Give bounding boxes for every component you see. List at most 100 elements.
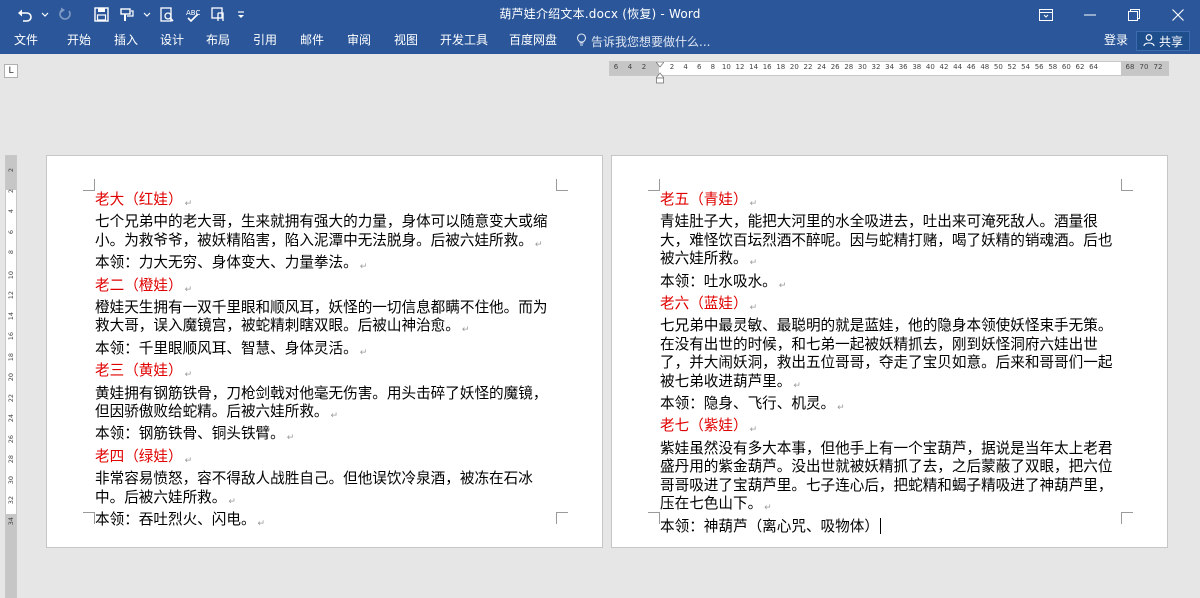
vruler-tick-label: 4 [7, 209, 15, 214]
tell-me-search[interactable]: 告诉我您想要做什么... [576, 29, 710, 54]
paragraph-heading[interactable]: 老四（绿娃） ↵ [95, 448, 559, 470]
vruler-tick-label: 2 [7, 188, 15, 193]
ribbon-display-options-icon[interactable] [1024, 0, 1068, 29]
paragraph-mark-icon: ↵ [749, 258, 758, 269]
ruler-tick-label: 4 [627, 63, 633, 71]
ruler-tick-label: 8 [710, 63, 716, 71]
paragraph-mark-icon: ↵ [793, 380, 801, 391]
paragraph[interactable]: 七个兄弟中的老大哥，生来就拥有强大的力量，身体可以随意变大或缩小。为救爷爷，被妖… [95, 213, 559, 254]
paragraph[interactable]: 本领：钢筋铁骨、铜头铁臂。 ↵ [95, 425, 559, 447]
tab-layout[interactable]: 布局 [206, 29, 230, 54]
paragraph[interactable]: 本领：神葫芦（离心咒、吸物体） [660, 517, 1124, 536]
vruler-tick-label: 32 [7, 496, 15, 505]
crop-mark [648, 179, 660, 191]
paragraph-text: 非常容易愤怒，容不得敌人战胜自己。但他误饮冷泉酒，被冻在石冰中。后被六娃所救。 [95, 470, 533, 506]
paragraph[interactable]: 紫娃虽然没有多大本事，但他手上有一个宝葫芦，据说是当年太上老君盛丹用的紫金葫芦。… [660, 440, 1124, 518]
paragraph-mark-icon: ↵ [837, 403, 845, 414]
paragraph-text: 七兄弟中最灵敏、最聪明的就是蓝娃，他的隐身本领使妖怪束手无策。在没有出世的时候，… [660, 317, 1113, 390]
minimize-icon[interactable] [1068, 0, 1112, 29]
paragraph[interactable]: 本领：隐身、飞行、机灵。 ↵ [660, 395, 1124, 417]
paragraph-mark-icon: ↵ [286, 433, 295, 444]
ruler-tick-label: 62 [1075, 63, 1085, 71]
ruler-tick-label: 30 [857, 63, 867, 71]
tab-design[interactable]: 设计 [160, 29, 184, 54]
paragraph-heading[interactable]: 老二（橙娃） ↵ [95, 277, 559, 299]
paragraph-mark-icon: ↵ [764, 503, 772, 514]
paragraph[interactable]: 七兄弟中最灵敏、最聪明的就是蓝娃，他的隐身本领使妖怪束手无策。在没有出世的时候，… [660, 317, 1124, 395]
vruler-tick-label: 16 [7, 332, 15, 341]
paragraph-text: 本领：吞吐烈火、闪电。 [95, 511, 256, 529]
paragraph[interactable]: 本领：吞吐烈火、闪电。 ↵ [95, 511, 559, 533]
ruler-tick-label: 18 [776, 63, 786, 71]
paragraph[interactable]: 非常容易愤怒，容不得敌人战胜自己。但他误饮冷泉酒，被冻在石冰中。后被六娃所救。 ↵ [95, 470, 559, 511]
paragraph[interactable]: 本领：吐水吸水。 ↵ [660, 273, 1124, 295]
tab-mailings[interactable]: 邮件 [300, 29, 324, 54]
paragraph-mark-icon: ↵ [184, 455, 193, 466]
indent-marker[interactable] [655, 61, 665, 84]
tab-selector[interactable]: L [4, 64, 18, 78]
paragraph[interactable]: 本领：力大无穷、身体变大、力量拳法。 ↵ [95, 254, 559, 276]
tab-review[interactable]: 审阅 [347, 29, 371, 54]
page-1-text[interactable]: 老大（红娃） ↵ 七个兄弟中的老大哥，生来就拥有强大的力量，身体可以随意变大或缩小。… [95, 191, 559, 534]
page-1[interactable]: 老大（红娃） ↵ 七个兄弟中的老大哥，生来就拥有强大的力量，身体可以随意变大或缩小。… [46, 155, 603, 548]
vruler-tick-label: 24 [7, 414, 15, 423]
paragraph-heading[interactable]: 老七（紫娃） ↵ [660, 417, 1124, 439]
ruler-tick-label: 56 [1034, 63, 1044, 71]
ruler-tick-label: 16 [762, 63, 772, 71]
paragraph-text: 橙娃天生拥有一双千里眼和顺风耳，妖怪的一切信息都瞒不住他。而为救大哥，误入魔镜宫… [95, 299, 548, 335]
ruler-tick-label: 10 [721, 63, 731, 71]
ruler-area: L 6 4 2 2 4 6 8 10 12 14 16 18 20 22 24 26 28 30 32 34 36 38 4… [0, 54, 1200, 84]
paragraph-text: 老大（红娃） [95, 191, 183, 208]
paragraph[interactable]: 青娃肚子大，能把大河里的水全吸进去，吐出来可淹死敌人。酒量很大，难怪饮百坛烈酒不… [660, 213, 1124, 272]
text-cursor [879, 517, 881, 534]
title-bar: ABC 葫芦娃介绍文本.docx (恢复) - Word [0, 0, 1200, 29]
paragraph-text: 青娃肚子大，能把大河里的水全吸进去，吐出来可淹死敌人。酒量很大，难怪饮百坛烈酒不… [660, 213, 1113, 268]
vruler-bottom-margin [6, 514, 16, 598]
ruler-tick-label: 12 [735, 63, 745, 71]
tab-insert[interactable]: 插入 [114, 29, 138, 54]
ruler-tick-label: 52 [1007, 63, 1017, 71]
paragraph-heading[interactable]: 老大（红娃） ↵ [95, 191, 559, 213]
vertical-ruler[interactable]: 2 2 4 6 8 10 12 14 16 18 20 22 24 26 28 30 32 34 [5, 155, 17, 598]
paragraph-text: 本领：隐身、飞行、机灵。 [660, 395, 836, 413]
paragraph-text: 老七（紫娃） [660, 417, 748, 435]
page-2[interactable]: 老五（青娃） ↵ 青娃肚子大，能把大河里的水全吸进去，吐出来可淹死敌人。酒量很大，难… [611, 155, 1168, 548]
paragraph-text: 老三（黄娃） [95, 362, 183, 380]
ribbon-tab-row: 文件 开始 插入 设计 布局 引用 邮件 审阅 视图 开发工具 百度网盘 告诉我… [0, 29, 1200, 54]
paragraph-mark-icon: ↵ [778, 280, 787, 291]
ruler-tick-label: 34 [885, 63, 895, 71]
paragraph[interactable]: 本领：千里眼顺风耳、智慧、身体灵活。 ↵ [95, 340, 559, 362]
paragraph-heading[interactable]: 老三（黄娃） ↵ [95, 362, 559, 384]
tab-baidu-netdisk[interactable]: 百度网盘 [509, 29, 557, 54]
tab-view[interactable]: 视图 [394, 29, 418, 54]
ruler-tick-label: 58 [1048, 63, 1058, 71]
vruler-tick-label: 12 [7, 291, 15, 300]
paragraph[interactable]: 橙娃天生拥有一双千里眼和顺风耳，妖怪的一切信息都瞒不住他。而为救大哥，误入魔镜宫… [95, 299, 559, 340]
crop-mark [1121, 179, 1133, 191]
paragraph-mark-icon: ↵ [461, 325, 470, 336]
document-title: 葫芦娃介绍文本.docx (恢复) - Word [499, 7, 701, 21]
ruler-tick-label: 50 [993, 63, 1003, 71]
vruler-tick-label: 22 [7, 393, 15, 402]
ruler-tick-label: 60 [1061, 63, 1071, 71]
paragraph[interactable]: 黄娃拥有钢筋铁骨，刀枪剑戟对他毫无伤害。用头击碎了妖怪的魔镜，但因骄傲败给蛇精。… [95, 385, 559, 426]
close-icon[interactable] [1156, 0, 1200, 29]
ruler-tick-label: 2 [641, 63, 647, 71]
restore-icon[interactable] [1112, 0, 1156, 29]
horizontal-ruler[interactable]: 6 4 2 2 4 6 8 10 12 14 16 18 20 22 24 26 28 30 32 34 36 38 40 4… [609, 61, 1169, 84]
tab-home[interactable]: 开始 [67, 29, 91, 54]
ruler-tick-label: 48 [980, 63, 990, 71]
tab-developer[interactable]: 开发工具 [440, 29, 488, 54]
vruler-tick-label: 6 [7, 229, 15, 234]
ruler-tick-label: 6 [613, 63, 619, 71]
crop-mark [556, 179, 568, 191]
tab-file[interactable]: 文件 [14, 29, 38, 54]
tab-references[interactable]: 引用 [253, 29, 277, 54]
sign-in-link[interactable]: 登录 [1104, 29, 1128, 54]
paragraph-heading[interactable]: 老五（青娃） ↵ [660, 191, 1124, 213]
paragraph-heading[interactable]: 老六（蓝娃） ↵ [660, 295, 1124, 317]
page-2-text[interactable]: 老五（青娃） ↵ 青娃肚子大，能把大河里的水全吸进去，吐出来可淹死敌人。酒量很大，难… [660, 191, 1124, 536]
paragraph-mark-icon: ↵ [184, 370, 193, 381]
paragraph-mark-icon: ↵ [749, 425, 758, 436]
share-button[interactable]: 共享 [1135, 31, 1190, 51]
